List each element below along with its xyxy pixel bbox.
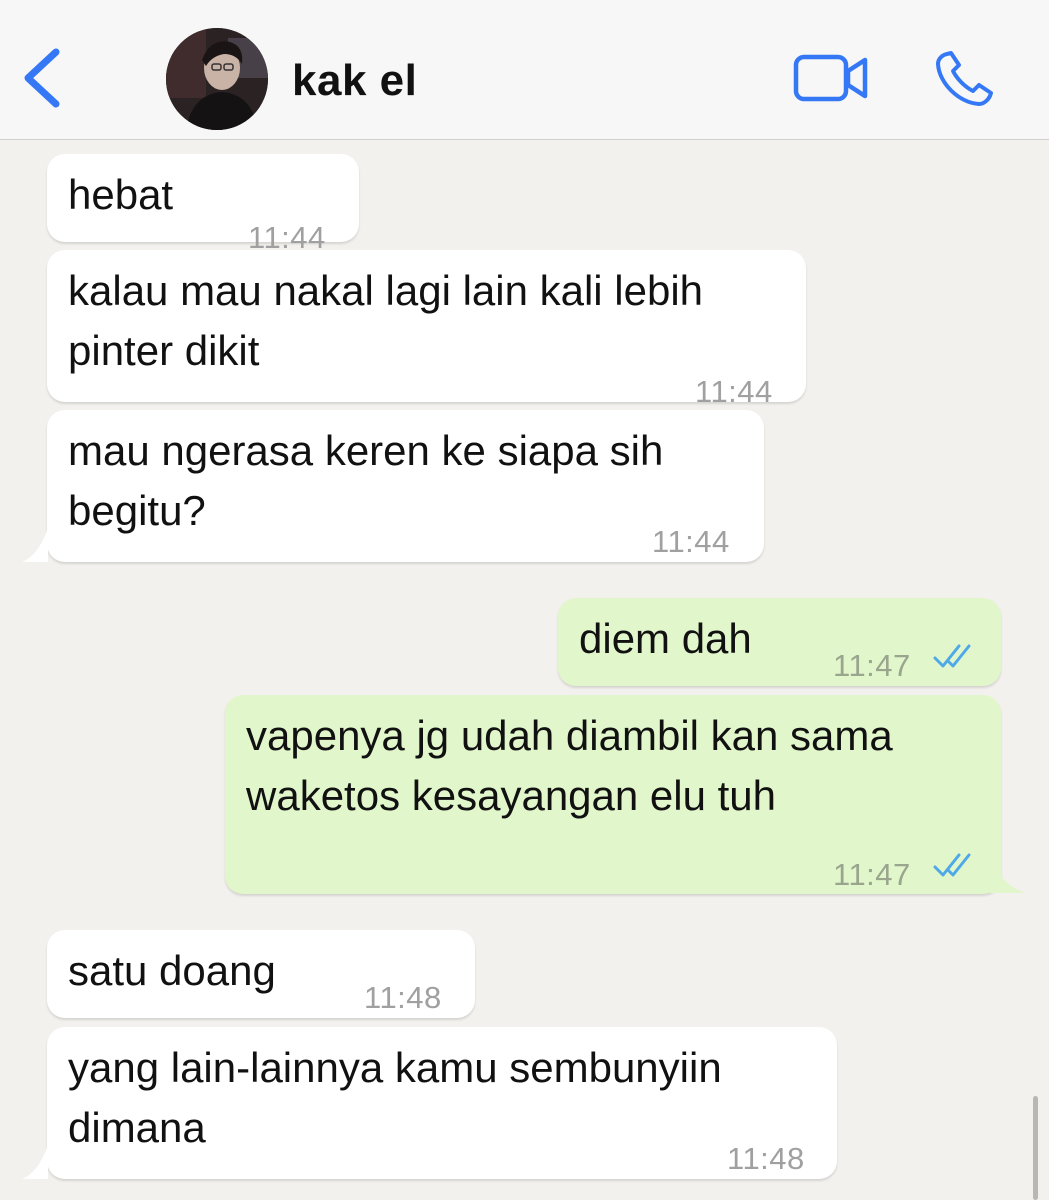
message-bubble-incoming[interactable]: mau ngerasa keren ke siapa sih begitu? 1… (47, 410, 764, 562)
voice-call-button[interactable] (933, 49, 997, 109)
message-time: 11:48 (727, 1141, 805, 1176)
message-text: vapenya jg udah diambil kan sama waketos… (246, 712, 893, 819)
bubble-tail (22, 1145, 48, 1179)
message-bubble-incoming[interactable]: hebat 11:44 (47, 154, 359, 255)
chevron-left-icon (24, 48, 60, 108)
message-text: yang lain-lainnya kamu sembunyiin dimana (68, 1044, 722, 1151)
back-button[interactable] (18, 46, 68, 110)
avatar-image (166, 28, 268, 130)
message-bubble-incoming[interactable]: yang lain-lainnya kamu sembunyiin dimana… (47, 1027, 837, 1179)
message-time: 11:48 (364, 980, 442, 1015)
read-receipt-icon (933, 853, 971, 877)
message-time: 11:47 (833, 857, 911, 892)
bubble-tail (22, 528, 48, 562)
read-receipt-icon (933, 644, 971, 668)
chat-screen: kak el hebat 11:44 kalau mau nakal lagi … (0, 0, 1049, 1200)
phone-icon (936, 51, 993, 106)
message-bubble-outgoing[interactable]: diem dah 11:47 (558, 598, 1001, 686)
message-bubble-incoming[interactable]: satu doang 11:48 (47, 930, 475, 1018)
message-bubble-incoming[interactable]: kalau mau nakal lagi lain kali lebih pin… (47, 250, 806, 409)
scrollbar[interactable] (1033, 1096, 1038, 1200)
chat-header: kak el (0, 0, 1049, 140)
bubble-tail (990, 859, 1026, 893)
video-call-button[interactable] (793, 52, 869, 104)
message-time: 11:44 (652, 524, 730, 559)
message-list[interactable]: hebat 11:44 kalau mau nakal lagi lain ka… (0, 140, 1049, 1200)
message-bubble-outgoing[interactable]: vapenya jg udah diambil kan sama waketos… (225, 695, 1001, 894)
video-camera-icon (793, 54, 868, 102)
message-time: 11:47 (833, 648, 911, 683)
contact-name[interactable]: kak el (292, 56, 417, 106)
avatar[interactable] (166, 28, 268, 130)
